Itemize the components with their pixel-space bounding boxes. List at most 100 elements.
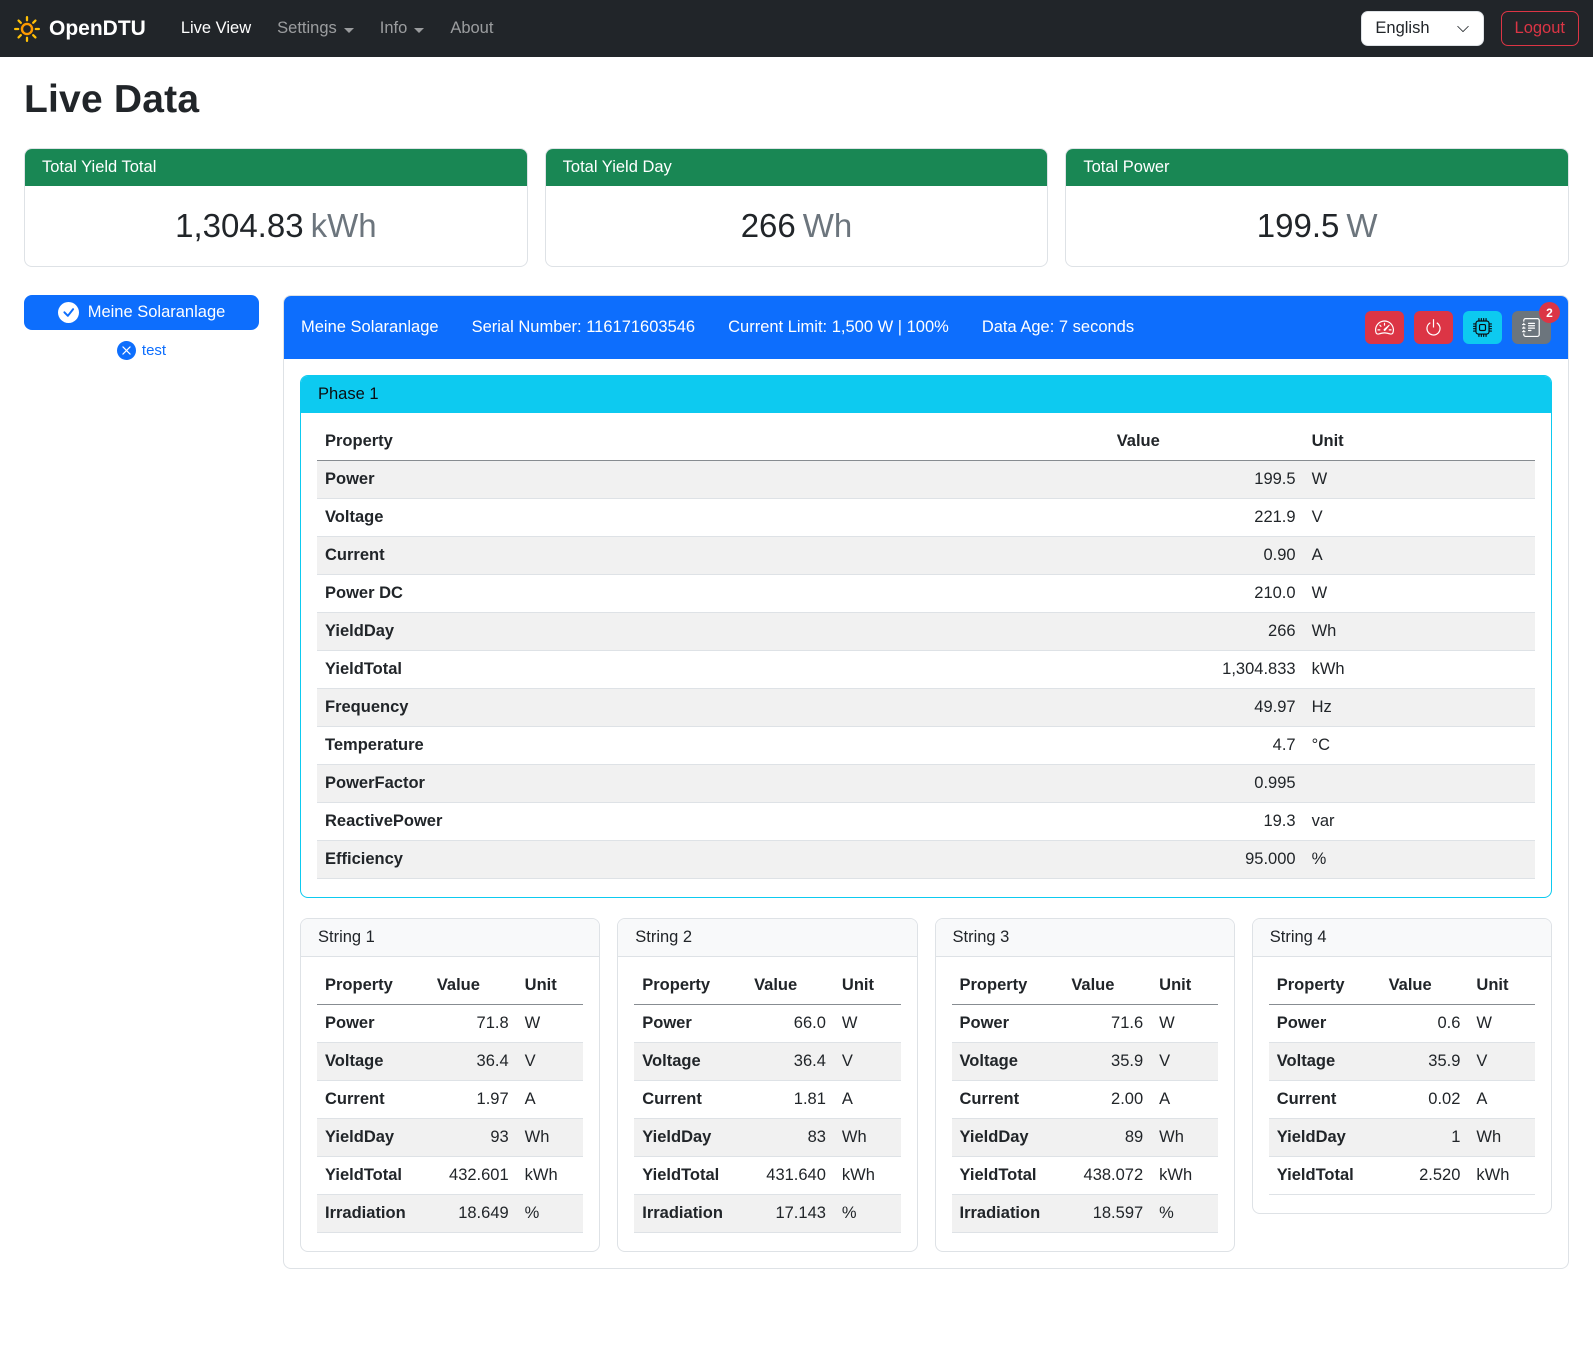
cell-unit: W [1151, 1005, 1218, 1043]
cell-unit: A [517, 1081, 584, 1119]
table-row: YieldTotal431.640kWh [634, 1157, 900, 1195]
summary-unit: W [1346, 207, 1377, 244]
cell-value: 1.97 [429, 1081, 517, 1119]
string-table-body: Power66.0WVoltage36.4VCurrent1.81AYieldD… [634, 1005, 900, 1233]
inverter-sidebar: Meine Solaranlage test [24, 295, 259, 360]
journal-text-icon [1522, 318, 1541, 337]
cell-property: YieldDay [634, 1119, 746, 1157]
inverter-data-age: Data Age: 7 seconds [982, 318, 1134, 337]
nav-item-label: Settings [277, 19, 337, 38]
inverter-select-button[interactable]: Meine Solaranlage [24, 295, 259, 330]
brand[interactable]: OpenDTU [14, 16, 146, 42]
inverter-action-buttons: 2 [1365, 311, 1551, 344]
cell-unit: var [1304, 803, 1535, 841]
string-card-body: PropertyValueUnitPower71.8WVoltage36.4VC… [301, 957, 599, 1251]
nav-item-settings[interactable]: Settings [264, 11, 367, 46]
string-card-title: String 2 [618, 919, 916, 957]
cell-unit: kWh [517, 1157, 584, 1195]
cell-property: Frequency [317, 689, 1109, 727]
language-select-value: English [1375, 19, 1429, 38]
col-value: Value [429, 967, 517, 1005]
cell-property: Voltage [317, 1043, 429, 1081]
summary-value: 266 [741, 207, 796, 244]
cell-property: YieldDay [1269, 1119, 1381, 1157]
string-card-body: PropertyValueUnitPower71.6WVoltage35.9VC… [936, 957, 1234, 1251]
cell-value: 266 [1109, 613, 1304, 651]
summary-card-total-power: Total Power199.5W [1065, 148, 1569, 267]
string-card-string-2: String 2PropertyValueUnitPower66.0WVolta… [617, 918, 917, 1252]
cell-unit: V [517, 1043, 584, 1081]
cell-property: Voltage [634, 1043, 746, 1081]
table-row: Voltage221.9V [317, 499, 1535, 537]
nav-item-label: Live View [181, 19, 251, 38]
string-table-head: PropertyValueUnit [1269, 967, 1535, 1005]
table-row: Voltage36.4V [317, 1043, 583, 1081]
table-row: Power199.5W [317, 461, 1535, 499]
cell-property: Voltage [317, 499, 1109, 537]
cell-value: 0.995 [1109, 765, 1304, 803]
logout-button[interactable]: Logout [1501, 11, 1579, 46]
event-log-button[interactable]: 2 [1512, 311, 1551, 344]
string-card-title: String 4 [1253, 919, 1551, 957]
string-table-body: Power71.8WVoltage36.4VCurrent1.97AYieldD… [317, 1005, 583, 1233]
col-unit: Unit [1468, 967, 1535, 1005]
cell-unit: % [834, 1195, 901, 1233]
table-row: Frequency49.97Hz [317, 689, 1535, 727]
cell-value: 2.00 [1063, 1081, 1151, 1119]
cell-property: Current [317, 537, 1109, 575]
table-row: Efficiency95.000% [317, 841, 1535, 879]
cell-value: 36.4 [429, 1043, 517, 1081]
summary-unit: kWh [311, 207, 377, 244]
event-count-badge: 2 [1539, 302, 1560, 323]
cell-value: 17.143 [746, 1195, 834, 1233]
caret-down-icon [344, 28, 354, 33]
cell-unit: kWh [834, 1157, 901, 1195]
caret-down-icon [414, 28, 424, 33]
cell-unit: Wh [834, 1119, 901, 1157]
table-row: Voltage35.9V [952, 1043, 1218, 1081]
cell-unit [1304, 765, 1535, 803]
cell-property: PowerFactor [317, 765, 1109, 803]
nav-item-info[interactable]: Info [367, 11, 438, 46]
x-circle-icon [117, 341, 136, 360]
nav-item-about[interactable]: About [437, 11, 506, 46]
cell-unit: V [1151, 1043, 1218, 1081]
nav-items: Live View Settings InfoAbout [168, 11, 507, 46]
summary-card-title: Total Yield Total [25, 149, 527, 186]
phase-table-head: Property Value Unit [317, 423, 1535, 461]
table-header-row: PropertyValueUnit [1269, 967, 1535, 1005]
power-toggle-button[interactable] [1414, 311, 1453, 344]
inverter-name: Meine Solaranlage [301, 318, 439, 337]
cell-value: 93 [429, 1119, 517, 1157]
phase-table-body: Power199.5WVoltage221.9VCurrent0.90APowe… [317, 461, 1535, 879]
language-select[interactable]: English [1361, 11, 1483, 46]
table-row: Power71.8W [317, 1005, 583, 1043]
cell-unit: kWh [1468, 1157, 1535, 1195]
cell-value: 71.8 [429, 1005, 517, 1043]
table-row: Power71.6W [952, 1005, 1218, 1043]
col-value: Value [746, 967, 834, 1005]
device-info-button[interactable] [1463, 311, 1502, 344]
summary-card-body: 266Wh [546, 186, 1048, 266]
cell-unit: A [1151, 1081, 1218, 1119]
power-icon [1424, 318, 1443, 337]
string-table-head: PropertyValueUnit [317, 967, 583, 1005]
summary-cards-row: Total Yield Total1,304.83kWhTotal Yield … [24, 148, 1569, 267]
cell-value: 438.072 [1063, 1157, 1151, 1195]
limit-settings-button[interactable] [1365, 311, 1404, 344]
summary-value: 1,304.83 [175, 207, 303, 244]
cell-property: Power [1269, 1005, 1381, 1043]
cell-value: 1 [1381, 1119, 1469, 1157]
cell-value: 89 [1063, 1119, 1151, 1157]
group-toggle[interactable]: test [24, 341, 259, 360]
cell-property: YieldDay [317, 613, 1109, 651]
cell-unit: W [1468, 1005, 1535, 1043]
table-row: Current1.97A [317, 1081, 583, 1119]
cell-property: Temperature [317, 727, 1109, 765]
table-row: Irradiation18.649% [317, 1195, 583, 1233]
summary-card-body: 199.5W [1066, 186, 1568, 266]
speedometer-icon [1375, 318, 1394, 337]
cell-unit: Hz [1304, 689, 1535, 727]
sun-icon [14, 16, 40, 42]
nav-item-live-view[interactable]: Live View [168, 11, 264, 46]
